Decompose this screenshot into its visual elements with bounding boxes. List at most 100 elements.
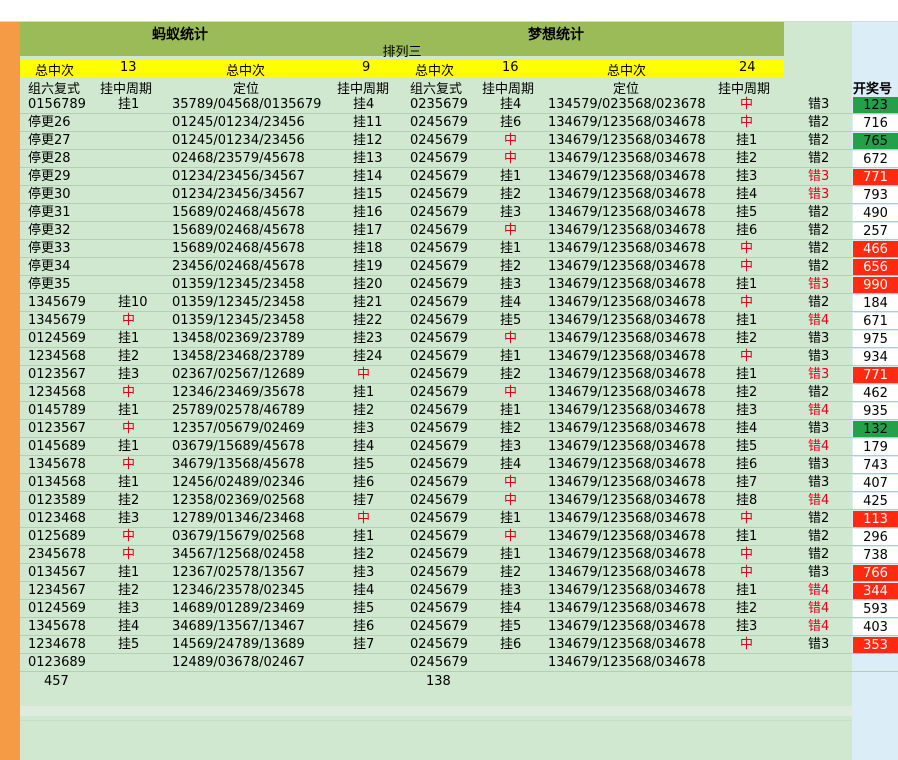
cell-combo-left[interactable]: 0124569 bbox=[28, 600, 86, 618]
cell-period-far[interactable]: 挂3 bbox=[736, 402, 757, 420]
cell-period-left[interactable]: 挂1 bbox=[118, 438, 139, 456]
cell-miss[interactable]: 错3 bbox=[808, 96, 829, 114]
cell-combo-left[interactable]: 0134568 bbox=[28, 474, 86, 492]
cell-period-right[interactable]: 中 bbox=[504, 330, 517, 348]
cell-period-center[interactable]: 中 bbox=[357, 510, 370, 528]
cell-miss[interactable]: 错4 bbox=[808, 492, 829, 510]
cell-combo-left[interactable]: 0123689 bbox=[28, 654, 86, 672]
cell-position-right[interactable]: 134679/123568/034678 bbox=[548, 222, 706, 240]
cell-period-center[interactable]: 挂19 bbox=[353, 258, 383, 276]
cell-kaijiang[interactable]: 716 bbox=[853, 115, 898, 132]
cell-period-left[interactable]: 中 bbox=[122, 420, 135, 438]
cell-position-right[interactable]: 134679/123568/034678 bbox=[548, 348, 706, 366]
cell-combo-left[interactable]: 停更30 bbox=[28, 186, 71, 204]
cell-period-right[interactable]: 挂4 bbox=[500, 600, 521, 618]
cell-kaijiang[interactable]: 296 bbox=[853, 529, 898, 546]
cell-combo-left[interactable]: 1234678 bbox=[28, 636, 86, 654]
cell-period-right[interactable]: 中 bbox=[504, 528, 517, 546]
cell-position-right[interactable]: 134679/123568/034678 bbox=[548, 654, 706, 672]
cell-period-left[interactable]: 中 bbox=[122, 384, 135, 402]
cell-kaijiang[interactable]: 765 bbox=[853, 133, 898, 150]
cell-position-right[interactable]: 134679/123568/034678 bbox=[548, 546, 706, 564]
cell-combo-right[interactable]: 0245679 bbox=[410, 348, 468, 366]
cell-kaijiang[interactable]: 184 bbox=[853, 295, 898, 312]
cell-period-center[interactable]: 挂4 bbox=[353, 582, 374, 600]
summary-center-label[interactable]: 总中次 bbox=[226, 60, 265, 79]
cell-combo-left[interactable]: 停更35 bbox=[28, 276, 71, 294]
cell-combo-right[interactable]: 0245679 bbox=[410, 114, 468, 132]
cell-period-far[interactable]: 挂6 bbox=[736, 222, 757, 240]
cell-kaijiang[interactable]: 990 bbox=[853, 277, 898, 294]
cell-kaijiang[interactable]: 466 bbox=[853, 241, 898, 258]
cell-period-far[interactable]: 挂1 bbox=[736, 276, 757, 294]
header-col7[interactable]: 定位 bbox=[613, 78, 639, 97]
cell-kaijiang[interactable]: 344 bbox=[853, 583, 898, 600]
cell-period-far[interactable]: 挂1 bbox=[736, 366, 757, 384]
cell-combo-right[interactable]: 0245679 bbox=[410, 366, 468, 384]
cell-miss[interactable]: 错2 bbox=[808, 510, 829, 528]
cell-position-right[interactable]: 134679/123568/034678 bbox=[548, 168, 706, 186]
cell-position-left[interactable]: 01234/23456/34567 bbox=[172, 168, 305, 186]
cell-kaijiang[interactable]: 593 bbox=[853, 601, 898, 618]
cell-combo-right[interactable]: 0235679 bbox=[410, 96, 468, 114]
cell-position-right[interactable]: 134679/123568/034678 bbox=[548, 132, 706, 150]
cell-period-right[interactable]: 挂2 bbox=[500, 420, 521, 438]
cell-period-center[interactable]: 挂4 bbox=[353, 96, 374, 114]
cell-kaijiang[interactable]: 257 bbox=[853, 223, 898, 240]
header-col8[interactable]: 挂中周期 bbox=[718, 78, 770, 97]
cell-combo-right[interactable]: 0245679 bbox=[410, 132, 468, 150]
cell-period-right[interactable]: 挂4 bbox=[500, 294, 521, 312]
cell-miss[interactable]: 错2 bbox=[808, 204, 829, 222]
cell-miss[interactable]: 错2 bbox=[808, 150, 829, 168]
cell-combo-left[interactable]: 停更34 bbox=[28, 258, 71, 276]
cell-combo-left[interactable]: 1234568 bbox=[28, 348, 86, 366]
cell-miss[interactable]: 错4 bbox=[808, 600, 829, 618]
cell-period-far[interactable]: 挂5 bbox=[736, 204, 757, 222]
cell-period-center[interactable]: 挂4 bbox=[353, 438, 374, 456]
header-kaijiang[interactable]: 开奖号 bbox=[853, 78, 892, 97]
cell-position-left[interactable]: 01245/01234/23456 bbox=[172, 114, 305, 132]
cell-period-left[interactable]: 中 bbox=[122, 456, 135, 474]
cell-period-left[interactable]: 挂2 bbox=[118, 582, 139, 600]
cell-position-right[interactable]: 134679/123568/034678 bbox=[548, 258, 706, 276]
cell-period-center[interactable]: 中 bbox=[357, 366, 370, 384]
cell-miss[interactable]: 错2 bbox=[808, 240, 829, 258]
cell-kaijiang[interactable]: 179 bbox=[853, 439, 898, 456]
cell-combo-left[interactable]: 0145689 bbox=[28, 438, 86, 456]
cell-combo-left[interactable]: 停更33 bbox=[28, 240, 71, 258]
cell-combo-right[interactable]: 0245679 bbox=[410, 546, 468, 564]
cell-period-center[interactable]: 挂7 bbox=[353, 492, 374, 510]
cell-combo-right[interactable]: 0245679 bbox=[410, 420, 468, 438]
cell-kaijiang[interactable]: 671 bbox=[853, 313, 898, 330]
cell-miss[interactable]: 错3 bbox=[808, 420, 829, 438]
cell-miss[interactable]: 错4 bbox=[808, 438, 829, 456]
header-col5[interactable]: 组六复式 bbox=[410, 78, 462, 97]
cell-kaijiang[interactable]: 407 bbox=[853, 475, 898, 492]
summary-center-value[interactable]: 9 bbox=[362, 60, 370, 75]
cell-period-center[interactable]: 挂2 bbox=[353, 402, 374, 420]
cell-period-center[interactable]: 挂18 bbox=[353, 240, 383, 258]
cell-combo-right[interactable]: 0245679 bbox=[410, 312, 468, 330]
cell-miss[interactable]: 错3 bbox=[808, 168, 829, 186]
cell-position-right[interactable]: 134679/123568/034678 bbox=[548, 384, 706, 402]
cell-position-left[interactable]: 12358/02369/02568 bbox=[172, 492, 305, 510]
cell-combo-right[interactable]: 0245679 bbox=[410, 402, 468, 420]
cell-position-left[interactable]: 01359/12345/23458 bbox=[172, 294, 305, 312]
cell-period-right[interactable]: 挂5 bbox=[500, 618, 521, 636]
cell-period-far[interactable]: 中 bbox=[740, 96, 753, 114]
cell-kaijiang[interactable]: 462 bbox=[853, 385, 898, 402]
cell-combo-right[interactable]: 0245679 bbox=[410, 150, 468, 168]
cell-combo-right[interactable]: 0245679 bbox=[410, 438, 468, 456]
cell-position-right[interactable]: 134679/123568/034678 bbox=[548, 294, 706, 312]
cell-combo-left[interactable]: 0156789 bbox=[28, 96, 86, 114]
cell-period-center[interactable]: 挂22 bbox=[353, 312, 383, 330]
cell-period-left[interactable]: 挂1 bbox=[118, 474, 139, 492]
header-col6[interactable]: 挂中周期 bbox=[482, 78, 534, 97]
cell-position-right[interactable]: 134679/123568/034678 bbox=[548, 456, 706, 474]
summary-far-label[interactable]: 总中次 bbox=[607, 60, 646, 79]
cell-position-right[interactable]: 134679/123568/034678 bbox=[548, 114, 706, 132]
cell-period-far[interactable]: 挂6 bbox=[736, 456, 757, 474]
cell-combo-left[interactable]: 1345679 bbox=[28, 294, 86, 312]
cell-position-right[interactable]: 134679/123568/034678 bbox=[548, 600, 706, 618]
cell-combo-left[interactable]: 0134567 bbox=[28, 564, 86, 582]
